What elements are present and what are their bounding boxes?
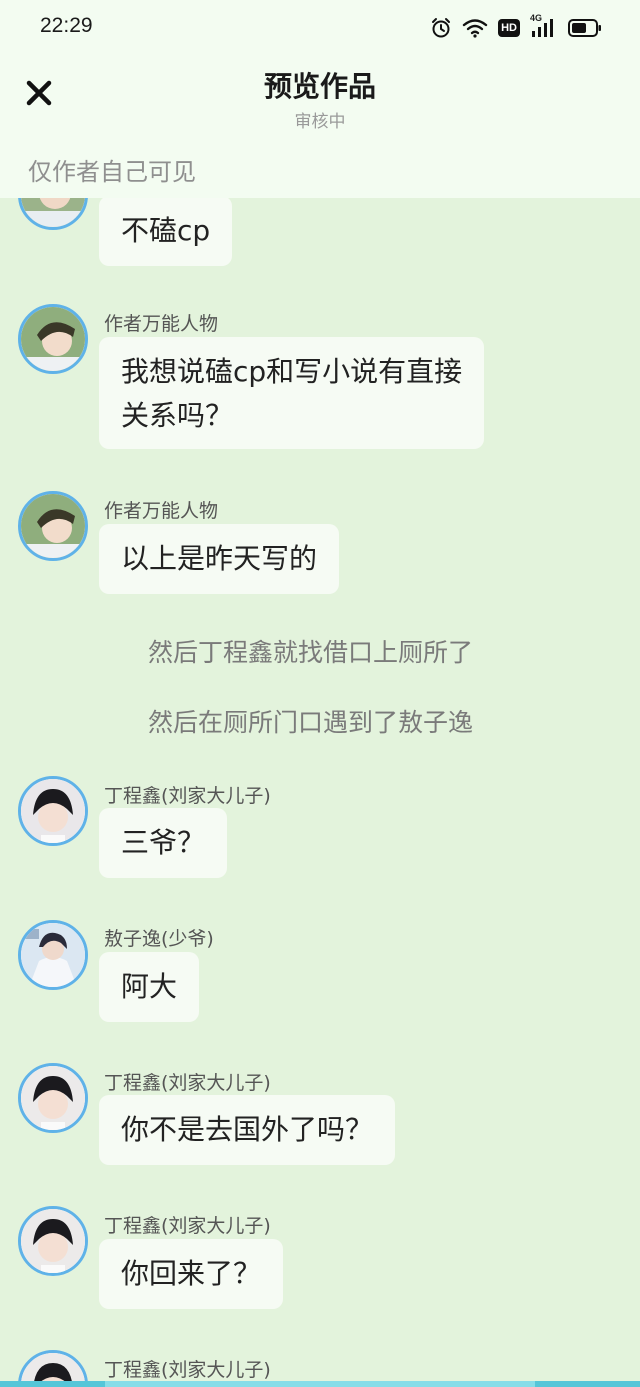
sender-name: 丁程鑫(刘家大儿子): [104, 785, 271, 807]
message-text: 三爷？: [121, 826, 206, 859]
header: 22:29 HD 4G 预览作品 审核中 仅作者自己可见: [0, 0, 640, 198]
visibility-notice: 仅作者自己可见: [28, 158, 196, 186]
status-icons: HD 4G: [430, 13, 602, 40]
message-bubble[interactable]: 你不是去国外了吗？: [99, 1095, 396, 1165]
message-text: 阿大: [121, 970, 178, 1003]
review-status: 审核中: [294, 112, 346, 132]
message-text: 你回来了？: [121, 1257, 262, 1290]
message-bubble[interactable]: 以上是昨天写的: [99, 524, 340, 594]
narration-text: 然后在厕所门口遇到了敖子逸: [148, 708, 474, 737]
avatar[interactable]: [18, 776, 88, 846]
message-text: 你不是去国外了吗？: [121, 1113, 374, 1146]
message-bubble[interactable]: 阿大: [99, 952, 200, 1022]
message-text-line: 关系吗？: [121, 399, 234, 432]
wifi-icon: [462, 18, 488, 38]
status-time: 22:29: [40, 14, 93, 37]
message-bubble[interactable]: 不磕cp: [99, 196, 233, 266]
signal-icon: 4G: [530, 13, 558, 39]
bottom-progress-bar: [0, 1381, 640, 1387]
sender-name: 丁程鑫(刘家大儿子): [104, 1359, 271, 1381]
message-text-line: 我想说磕cp和写小说有直接: [121, 355, 463, 388]
avatar[interactable]: [18, 1063, 88, 1133]
status-bar: 22:29 HD 4G: [0, 0, 640, 56]
sender-name: 作者万能人物: [104, 500, 219, 522]
chat-area[interactable]: 不磕cp 作者万能人物 我想说磕cp和写小说有直接 关系吗？ 作者万能人物 以上…: [0, 0, 640, 1387]
message-bubble[interactable]: 三爷？: [99, 808, 228, 878]
page-title: 预览作品: [263, 70, 376, 103]
avatar[interactable]: [18, 1206, 88, 1276]
message-text: 不磕cp: [121, 214, 211, 247]
narration-text: 然后丁程鑫就找借口上厕所了: [148, 638, 474, 667]
avatar[interactable]: [18, 920, 88, 990]
network-type-label: 4G: [530, 13, 543, 23]
scroll-indicator: [105, 1381, 535, 1387]
sender-name: 丁程鑫(刘家大儿子): [104, 1072, 271, 1094]
message-text: 以上是昨天写的: [121, 542, 318, 575]
message-bubble[interactable]: 我想说磕cp和写小说有直接 关系吗？: [99, 337, 485, 449]
avatar[interactable]: [18, 491, 88, 561]
alarm-icon: [430, 17, 452, 39]
avatar[interactable]: [18, 304, 88, 374]
hd-icon: HD: [498, 19, 520, 37]
battery-icon: [568, 19, 602, 37]
sender-name: 作者万能人物: [104, 313, 219, 335]
sender-name: 敖子逸(少爷): [104, 928, 214, 950]
message-bubble[interactable]: 你回来了？: [99, 1239, 284, 1309]
sender-name: 丁程鑫(刘家大儿子): [104, 1215, 271, 1237]
